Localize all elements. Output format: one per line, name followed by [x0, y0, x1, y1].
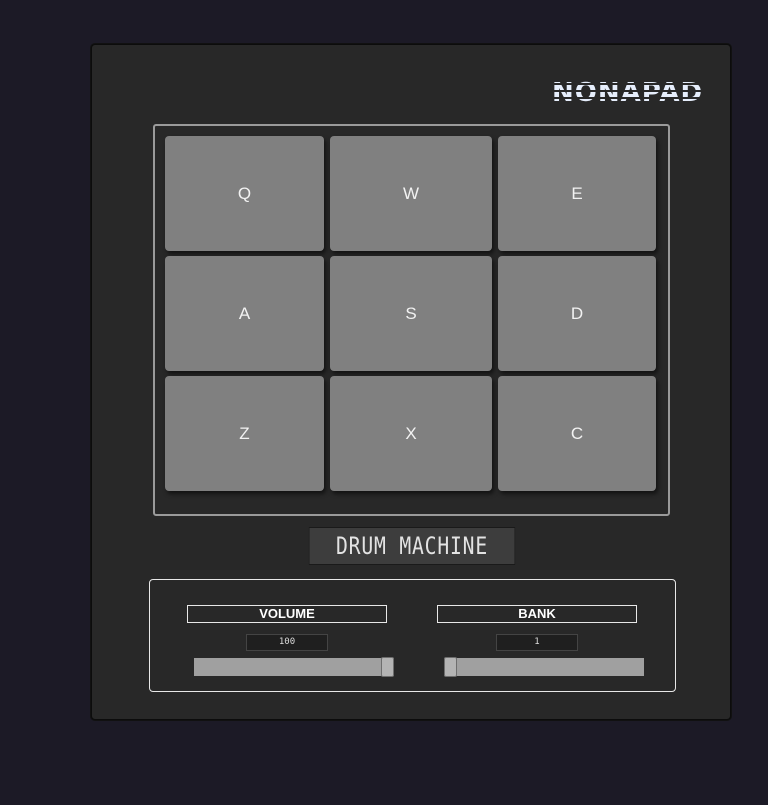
pad-e[interactable]: E [498, 136, 656, 251]
bank-readout: 1 [496, 634, 578, 651]
pad-s[interactable]: S [330, 256, 492, 371]
controls-panel: VOLUME 100 BANK 1 [149, 579, 676, 692]
pad-d[interactable]: D [498, 256, 656, 371]
volume-slider-thumb[interactable] [381, 657, 394, 677]
pad-z[interactable]: Z [165, 376, 324, 491]
pad-x[interactable]: X [330, 376, 492, 491]
drum-machine: NONAPAD Q W E A S D Z X C DRUM MACHINE V… [91, 44, 731, 720]
bank-slider-thumb[interactable] [444, 657, 457, 677]
bank-slider[interactable] [444, 657, 644, 677]
volume-label: VOLUME [187, 605, 387, 623]
pad-c[interactable]: C [498, 376, 656, 491]
bank-label: BANK [437, 605, 637, 623]
sound-display: DRUM MACHINE [308, 527, 516, 565]
volume-readout: 100 [246, 634, 328, 651]
pad-grid: Q W E A S D Z X C [153, 124, 670, 516]
pad-a[interactable]: A [165, 256, 324, 371]
volume-slider[interactable] [194, 657, 394, 677]
pad-q[interactable]: Q [165, 136, 324, 251]
nonapad-logo: NONAPAD [552, 78, 704, 108]
pad-w[interactable]: W [330, 136, 492, 251]
